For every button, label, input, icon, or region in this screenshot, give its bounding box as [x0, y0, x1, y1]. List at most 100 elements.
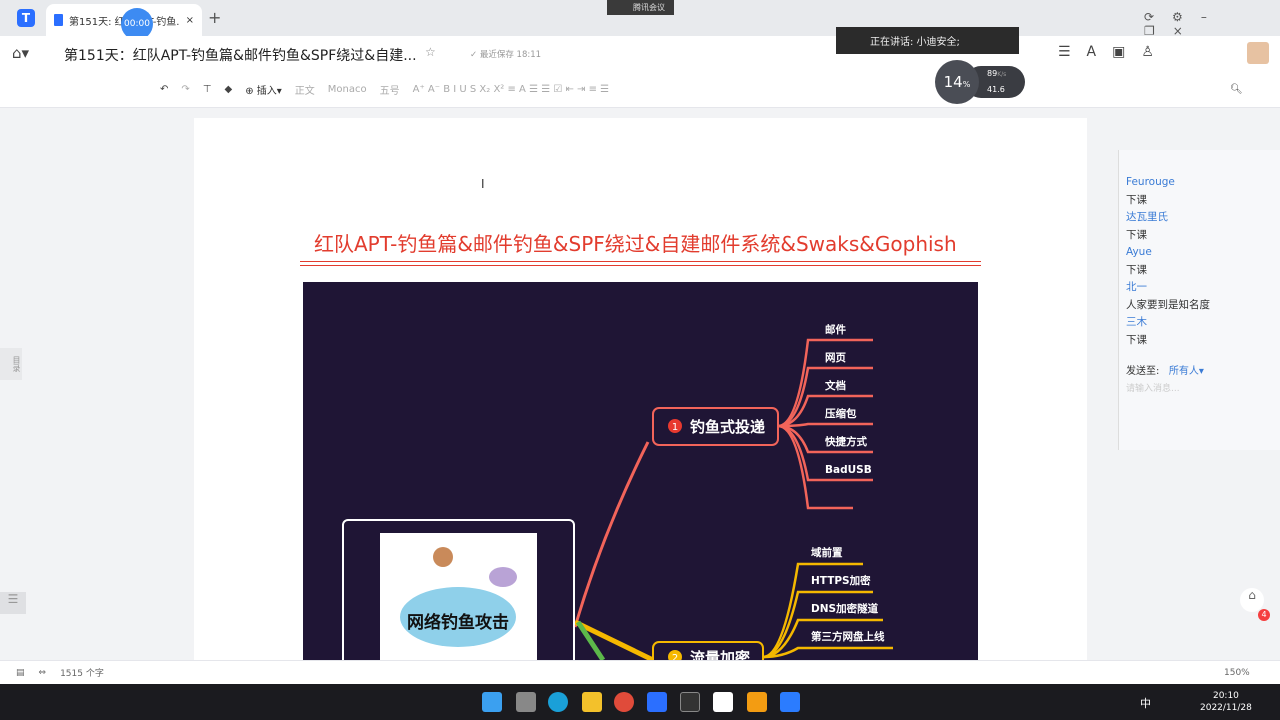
branch1-leaf[interactable]: BadUSB: [825, 464, 872, 476]
chat-message-text: 下课: [1126, 333, 1147, 346]
terminal-icon[interactable]: [680, 692, 700, 712]
notification-badge: 4: [1258, 609, 1270, 621]
explorer-icon[interactable]: [582, 692, 602, 712]
cpu-unit: %: [962, 80, 971, 89]
branch1-leaf[interactable]: 网页: [825, 352, 846, 364]
chrome-icon[interactable]: [614, 692, 634, 712]
branch2-leaf[interactable]: 第三方网盘上线: [811, 630, 885, 643]
ime-indicator[interactable]: 中: [1140, 695, 1151, 711]
cpu-value: 14: [943, 73, 963, 91]
branch2-number: 2: [672, 653, 678, 660]
save-status-text: 最近保存 18:11: [479, 50, 542, 60]
chat-sender[interactable]: Ayue: [1126, 244, 1280, 262]
clock-date: 2022/11/28: [1200, 703, 1252, 713]
chat-message-text: 下课: [1126, 193, 1147, 206]
new-tab-button[interactable]: +: [208, 8, 221, 27]
taskview-icon[interactable]: [516, 692, 536, 712]
fish-shape: [489, 567, 517, 587]
app-icon[interactable]: [747, 692, 767, 712]
meeting-label: 腾讯会议: [633, 3, 665, 12]
insert-button[interactable]: ⊕ 插入▾: [245, 82, 282, 97]
header-icons[interactable]: ☰A▣♙: [1058, 44, 1170, 60]
heading-underline: [300, 261, 981, 262]
font-select[interactable]: Monaco: [328, 84, 367, 95]
mindmap-image[interactable]: 1 钓鱼式投递 邮件网页文档压缩包快捷方式 BadUSB 2 流量加密 域前置 HT…: [303, 282, 978, 673]
doc-title[interactable]: 第151天：红队APT-钓鱼篇&邮件钓鱼&SPF绕过&自建...: [64, 45, 417, 65]
branch1-label: 钓鱼式投递: [690, 418, 765, 436]
outline-button[interactable]: ☰: [0, 592, 26, 614]
status-bar: ▤ ⇔ 1515 个字 150%: [0, 660, 1280, 684]
branch2-leaf[interactable]: HTTPS加密: [811, 574, 871, 587]
home-icon[interactable]: ⌂▾: [12, 44, 29, 62]
word-count[interactable]: 1515 个字: [60, 666, 104, 679]
center-label: 网络钓鱼攻击: [407, 612, 509, 633]
download-speed: 41.6: [987, 85, 1005, 94]
branch2-label: 流量加密: [690, 649, 750, 660]
branch2-leaf-line: [762, 646, 893, 659]
close-tab-icon[interactable]: ×: [186, 15, 194, 26]
format-toolbar: ↶ ↷ ⊤ ◆ ⊕ 插入▾ 正文 Monaco 五号 A⁺ A⁻ B I U S…: [0, 72, 1280, 108]
chat-message-text: 下课: [1126, 228, 1147, 241]
edge-icon[interactable]: [548, 692, 568, 712]
search-icon[interactable]: 🔍︎: [1230, 84, 1243, 95]
chat-messages: Feurouge 下课 达瓦里氏 下课 Ayue 下课 北一 人家要到是知名度 三木 下课: [1126, 174, 1280, 349]
send-to-select[interactable]: 所有人: [1169, 366, 1199, 377]
docs-app-icon[interactable]: [647, 692, 667, 712]
upload-speed: 89: [987, 69, 998, 78]
chat-sender[interactable]: 北一: [1126, 279, 1280, 297]
chat-message-text: 人家要到是知名度: [1126, 298, 1210, 311]
branch1-leaf[interactable]: 快捷方式: [824, 435, 867, 448]
branch1-leaf-line: [777, 422, 873, 428]
format-icons[interactable]: A⁺ A⁻ B I U S X₂ X² ≡ A ☰ ☰ ☑ ⇤ ⇥ ≡ ☰: [413, 84, 610, 95]
heading-underline: [300, 265, 981, 266]
zoom-level[interactable]: 150%: [1224, 668, 1250, 678]
eraser-icon[interactable]: ◆: [225, 84, 233, 95]
network-monitor: 14% 89K/s 41.6: [935, 60, 1025, 104]
branch2-leaf[interactable]: DNS加密隧道: [811, 602, 879, 615]
chat-sender[interactable]: Feurouge: [1126, 174, 1280, 192]
branch1-number: 1: [672, 422, 678, 433]
format-painter-icon[interactable]: ⊤: [203, 84, 212, 95]
speed-unit: K/s: [997, 71, 1007, 78]
chat-sender[interactable]: 达瓦里氏: [1126, 209, 1280, 227]
app-logo-icon[interactable]: T: [17, 9, 35, 27]
doc-icon: [54, 14, 63, 26]
size-select[interactable]: 五号: [380, 82, 400, 97]
text-cursor-icon: I: [481, 177, 485, 191]
branch1-leaf[interactable]: 压缩包: [825, 407, 857, 420]
speaking-indicator: 正在讲话: 小迪安全;: [836, 27, 1019, 54]
save-status: ✓ 最近保存 18:11: [470, 50, 542, 60]
cpu-gauge: 14%: [935, 60, 979, 104]
width-icon[interactable]: ⇔: [39, 668, 47, 678]
browser-tab-bar: T 第151天: 红队APT-钓鱼... × 00:00 + 腾讯会议 ⟳⚙–❐…: [0, 0, 1280, 40]
branch2-connector: [573, 619, 655, 663]
fisherman-shape: [433, 547, 453, 567]
clock[interactable]: 20:10 2022/11/28: [1200, 690, 1252, 714]
chat-panel: Feurouge 下课 达瓦里氏 下课 Ayue 下课 北一 人家要到是知名度 三木 下课 发送至…: [1118, 150, 1280, 450]
mindmap-svg: 1 钓鱼式投递 邮件网页文档压缩包快捷方式 BadUSB 2 流量加密 域前置 HT…: [342, 323, 893, 673]
notification-button[interactable]: ⌂: [1240, 588, 1264, 612]
window-controls[interactable]: ⟳⚙–❐×: [1144, 10, 1280, 38]
branch2-leaf[interactable]: 域前置: [811, 546, 843, 559]
insert-label: 插入: [256, 86, 277, 97]
branch1-leaf[interactable]: 文档: [824, 379, 846, 392]
avatar[interactable]: [1247, 42, 1269, 64]
redo-icon[interactable]: ↷: [181, 84, 189, 95]
chat-sender[interactable]: 三木: [1126, 314, 1280, 332]
doc-heading[interactable]: 红队APT-钓鱼篇&邮件钓鱼&SPF绕过&自建邮件系统&Swaks&Gophis…: [314, 228, 957, 257]
style-select[interactable]: 正文: [295, 82, 315, 97]
meeting-indicator[interactable]: 腾讯会议: [607, 0, 674, 15]
chat-input[interactable]: 请输入消息...: [1126, 381, 1280, 399]
toc-toggle[interactable]: 目录: [0, 348, 22, 380]
taskbar: 中 20:10 2022/11/28: [0, 684, 1280, 720]
undo-icon[interactable]: ↶: [160, 84, 168, 95]
meeting-app-icon[interactable]: [780, 692, 800, 712]
start-icon[interactable]: [482, 692, 502, 712]
branch1-connector: [573, 441, 650, 628]
star-icon[interactable]: ☆: [425, 45, 436, 59]
clock-time: 20:10: [1212, 691, 1239, 701]
page-view-icon[interactable]: ▤: [16, 668, 25, 678]
app-icon[interactable]: [713, 692, 733, 712]
branch1-leaf[interactable]: 邮件: [825, 323, 846, 336]
chat-message-text: 下课: [1126, 263, 1147, 276]
